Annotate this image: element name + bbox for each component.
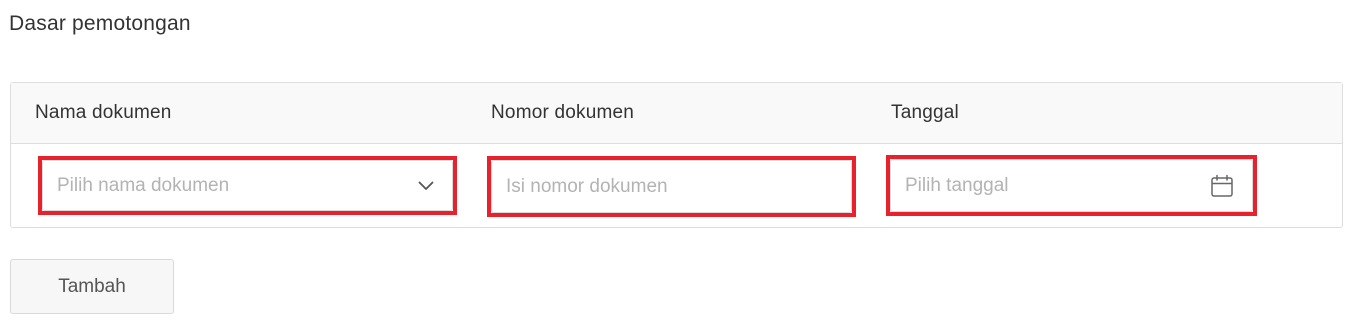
add-button[interactable]: Tambah	[10, 259, 174, 314]
chevron-down-icon[interactable]	[418, 181, 434, 191]
document-name-select[interactable]: Pilih nama dokumen	[42, 160, 453, 211]
calendar-icon[interactable]	[1210, 174, 1234, 198]
column-header-document-number: Nomor dokumen	[491, 102, 635, 123]
table-header: Nama dokumen Nomor dokumen Tanggal	[11, 83, 1342, 144]
section-title: Dasar pemotongan	[9, 12, 191, 35]
document-name-placeholder: Pilih nama dokumen	[57, 174, 230, 196]
date-placeholder: Pilih tanggal	[905, 174, 1009, 196]
column-header-date: Tanggal	[891, 102, 959, 123]
document-number-input[interactable]: Isi nomor dokumen	[491, 160, 852, 213]
document-number-placeholder: Isi nomor dokumen	[506, 175, 668, 197]
date-picker-input[interactable]: Pilih tanggal	[890, 159, 1253, 212]
column-header-document-name: Nama dokumen	[35, 102, 172, 123]
deduction-basis-table: Nama dokumen Nomor dokumen Tanggal Pilih…	[10, 82, 1343, 228]
